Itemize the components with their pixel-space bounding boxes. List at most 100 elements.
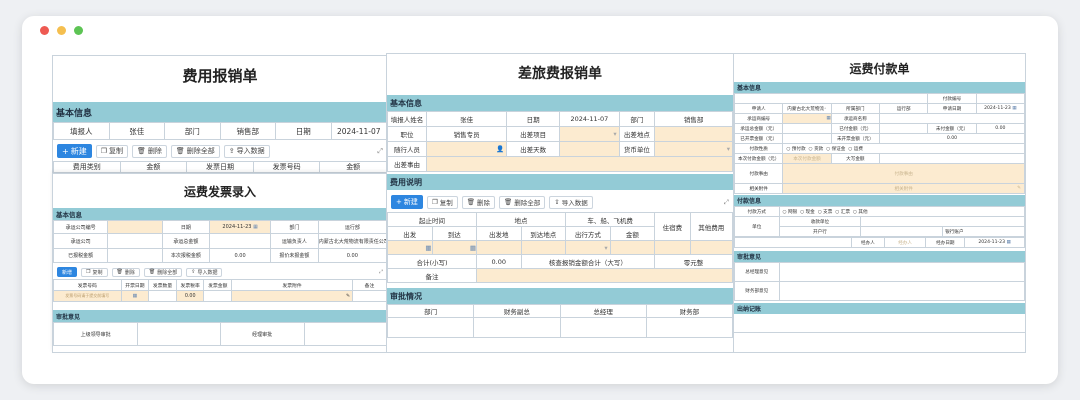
companion-input[interactable]: 👤 [425,141,508,157]
name-value[interactable]: 张佳 [425,111,508,127]
finance-dept-input[interactable] [645,317,733,338]
value-date[interactable]: 2024-11-07 [330,122,387,140]
from-input[interactable] [476,240,522,255]
invoiced-input[interactable] [782,133,832,144]
close-dot[interactable] [40,26,49,35]
radio-check[interactable]: ○ 支票 [818,210,833,215]
radio-goods[interactable]: ○ 货款 [809,147,824,152]
calendar-icon[interactable]: ▦ [253,224,258,230]
invoice-rate-input[interactable]: 0.00 [175,290,205,302]
pay-reason-input[interactable]: 付款事由 [782,163,1025,184]
dept-value[interactable]: 运行部 [317,220,387,234]
copy-button[interactable]: ❐ 复制 [81,267,108,277]
remark-input[interactable] [476,268,733,283]
paperclip-icon[interactable]: ✎ [1017,186,1021,191]
expand-icon[interactable]: ⤢ [379,269,383,275]
apply-date-value[interactable]: 2024-11-23 ▦ [975,103,1025,114]
days-input[interactable] [559,141,620,157]
invoice-qty-input[interactable] [148,290,177,302]
finance-opinion-input[interactable] [778,281,1025,301]
radio-cash[interactable]: ○ 现金 [800,210,815,215]
gm-input[interactable] [559,317,647,338]
apply-dept-value[interactable]: 运行部 [878,103,929,114]
total-input[interactable] [209,233,272,249]
invoice-date-input[interactable]: ▦ [120,290,150,302]
amount-cn-input[interactable] [878,153,1025,164]
radio-freight[interactable]: ○ 运费 [848,147,863,152]
calendar-icon[interactable]: ▦ [1012,106,1016,111]
calendar-icon[interactable]: ▦ [133,294,138,299]
handle-date-value[interactable]: 2024-11-23 ▦ [964,237,1025,248]
expand-icon[interactable]: ⤢ [377,147,383,156]
user-icon[interactable]: 👤 [496,145,506,153]
cashier-area[interactable] [734,314,1025,333]
calendar-icon[interactable]: ▦ [425,244,431,252]
value-dept[interactable]: 销售部 [219,122,276,140]
carrier-input[interactable] [107,233,163,249]
remark-input[interactable] [351,290,387,302]
radio-other[interactable]: ○ 其他 [853,210,868,215]
arrive-date-input[interactable]: ▦ [431,240,478,255]
import-button[interactable]: ⇪ 导入数据 [223,144,270,158]
uninvoiced-value[interactable]: 0.00 [878,133,1025,144]
date-value[interactable]: 2024-11-07 [559,111,620,127]
account-input[interactable]: 银行账户 [942,226,1025,237]
invoice-amount-input[interactable] [203,290,233,302]
to-input[interactable] [520,240,567,255]
radio-deposit[interactable]: ○ 保证金 [826,147,845,152]
attachment-input[interactable]: 相关附件 ✎ [782,183,1025,194]
remaining-value[interactable]: 0.00 [317,248,387,263]
radio-prepay[interactable]: ○ 预付款 [786,147,805,152]
import-button[interactable]: ⇪ 导入数据 [549,195,593,209]
calendar-icon[interactable]: ▦ [1007,240,1011,245]
manager-approve-input[interactable] [137,322,221,346]
location-input[interactable] [654,126,733,142]
expand-icon[interactable]: ⤢ [724,198,729,207]
reported-input[interactable] [107,248,163,263]
copy-button[interactable]: ❐ 复制 [426,195,458,209]
dept-value[interactable]: 销售部 [654,111,733,127]
copy-button[interactable]: ❐ 复制 [95,144,128,158]
delete-button[interactable]: 🗑 删除 [111,267,140,277]
finance-vp-input[interactable] [473,317,561,338]
handler-input[interactable]: 经办人 [883,237,927,248]
gm-approve-input[interactable] [303,322,387,346]
current-pay-input[interactable]: 本次付款金额 [782,153,832,164]
amount-input[interactable] [609,240,656,255]
delete-all-button[interactable]: 🗑 删除全部 [170,144,220,158]
paid-input[interactable] [878,123,929,134]
project-select[interactable] [559,126,620,142]
invoice-attach-input[interactable]: ✎ [231,290,353,302]
value-filler[interactable]: 张佳 [108,122,165,140]
calendar-icon[interactable]: ▦ [470,244,476,252]
payee-input[interactable] [860,216,1025,227]
minimize-dot[interactable] [57,26,66,35]
carrier-name-input[interactable] [878,113,1025,124]
import-button[interactable]: ⇪ 导入数据 [186,267,223,277]
add-button[interactable]: 新增 [57,267,78,277]
new-button[interactable]: + 新建 [391,195,423,209]
invoice-no-input[interactable]: 发票号码请于提交前填写 [53,290,122,302]
applicant-value[interactable]: 内蒙古北大荒物流◦ [782,103,832,114]
carrier-total-input[interactable] [782,123,832,134]
delete-all-button[interactable]: 🗑 删除全部 [143,267,183,277]
current-value[interactable]: 0.00 [209,248,272,263]
maximize-dot[interactable] [74,26,83,35]
total-big-value[interactable]: 零元整 [654,254,733,269]
position-value[interactable]: 销售专员 [425,126,508,142]
gm-opinion-input[interactable] [778,262,1025,282]
other-input[interactable] [689,240,733,255]
carrier-no-input[interactable] [107,220,163,234]
pay-no-input[interactable] [975,93,1025,104]
carrier-no-input[interactable]: ▦ [782,113,832,124]
depart-date-input[interactable]: ▦ [387,240,433,255]
bank-input[interactable] [860,226,944,237]
delete-button[interactable]: 🗑 删除 [131,144,167,158]
unpaid-value[interactable]: 0.00 [975,123,1025,134]
dept-approve-input[interactable] [387,317,475,338]
currency-select[interactable] [654,141,733,157]
hotel-input[interactable] [654,240,691,255]
delete-all-button[interactable]: 🗑 删除全部 [498,195,546,209]
reason-input[interactable] [425,156,733,172]
new-button[interactable]: + 新建 [57,144,92,158]
